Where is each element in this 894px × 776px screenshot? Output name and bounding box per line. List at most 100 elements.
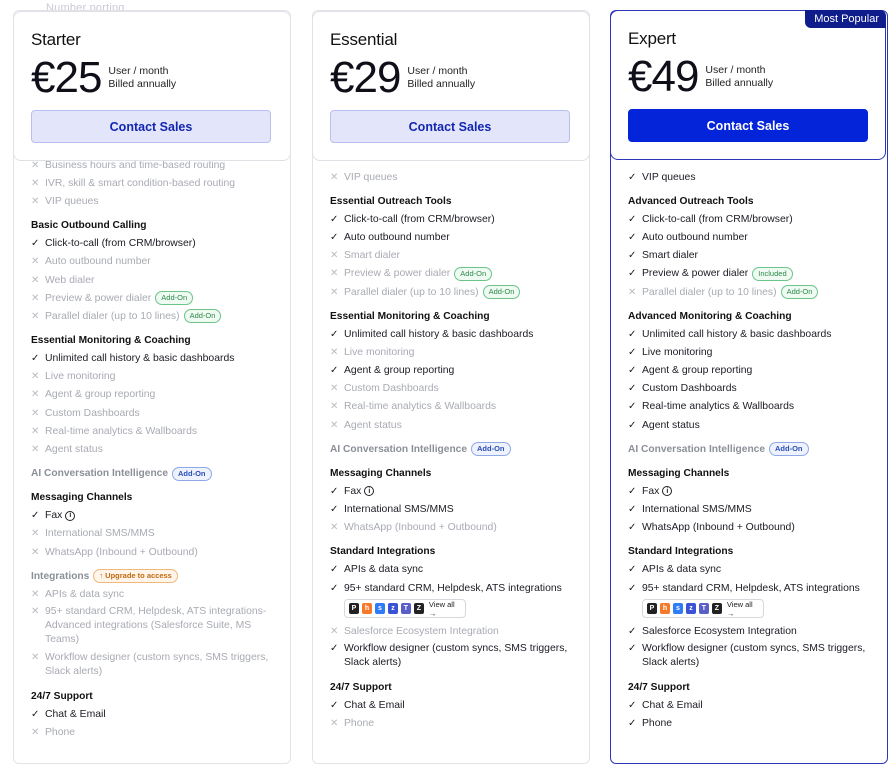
feature-item: ✕ Smart dialer bbox=[330, 247, 580, 265]
check-icon: ✓ bbox=[31, 353, 40, 365]
feature-label: Business hours and time-based routing bbox=[45, 159, 226, 171]
feature-item: ✓ 95+ standard CRM, Helpdesk, ATS integra… bbox=[628, 579, 878, 597]
feature-label: Click-to-call (from CRM/browser) bbox=[642, 213, 793, 225]
price-billing: Billed annually bbox=[108, 78, 177, 90]
feature-label: International SMS/MMS bbox=[45, 528, 155, 540]
feature-list: ✓ VIP queues Advanced Outreach Tools ✓ Click… bbox=[628, 162, 878, 733]
check-icon: ✓ bbox=[628, 504, 637, 516]
feature-badge: ↑ Upgrade to access bbox=[93, 569, 178, 584]
feature-item: ✕ Parallel dialer (up to 10 lines) Add-On bbox=[330, 283, 580, 301]
feature-item: ✓ Chat & Email bbox=[330, 696, 580, 714]
integration-logos[interactable]: Ph s z T Z View all → bbox=[344, 599, 466, 619]
info-icon[interactable]: i bbox=[65, 510, 76, 521]
feature-category: 24/7 Support bbox=[628, 678, 878, 696]
feature-item: ✓ Custom Dashboards bbox=[628, 380, 878, 398]
plan-price: €29 bbox=[330, 53, 401, 102]
feature-label: Essential Monitoring & Coaching bbox=[31, 335, 191, 346]
feature-label: Phone bbox=[45, 727, 76, 739]
check-icon: ✓ bbox=[628, 250, 637, 262]
integration-logos[interactable]: Ph s z T Z View all → bbox=[642, 599, 764, 619]
cross-icon: ✕ bbox=[31, 256, 40, 268]
feature-label: Preview & power dialer bbox=[642, 268, 749, 280]
check-icon: ✓ bbox=[628, 346, 637, 358]
feature-item: ✓ Chat & Email bbox=[31, 705, 281, 723]
check-icon: ✓ bbox=[628, 718, 637, 730]
check-icon: ✓ bbox=[628, 485, 637, 497]
feature-item: ✓ Salesforce Ecosystem Integration bbox=[628, 622, 878, 640]
feature-category: AI Conversation Intelligence Add-On bbox=[628, 440, 878, 458]
feature-label: Phone bbox=[642, 718, 673, 730]
feature-category: Standard Integrations bbox=[628, 543, 878, 561]
info-icon[interactable]: i bbox=[662, 486, 673, 497]
feature-category: Essential Monitoring & Coaching bbox=[31, 332, 281, 350]
plan-column-starter: Starter €25 User / month Billed annually… bbox=[13, 10, 291, 764]
feature-label: VIP queues bbox=[45, 195, 99, 207]
salesforce-icon: s bbox=[374, 603, 385, 615]
view-all-link[interactable]: View all → bbox=[727, 600, 759, 618]
feature-badge: Add-On bbox=[769, 442, 809, 457]
feature-label: Chat & Email bbox=[344, 699, 405, 711]
feature-label: Agent & group reporting bbox=[642, 365, 753, 377]
feature-item: ✓ Phone bbox=[628, 715, 878, 733]
feature-category: AI Conversation Intelligence Add-On bbox=[330, 440, 580, 458]
feature-badge: Add-On bbox=[482, 285, 521, 300]
feature-label: Workflow designer (custom syncs, SMS tri… bbox=[45, 652, 269, 678]
feature-label: Fax bbox=[45, 510, 63, 522]
teams-icon: T bbox=[698, 603, 709, 615]
check-icon: ✓ bbox=[628, 401, 637, 413]
feature-item: ✓ Click-to-call (from CRM/browser) bbox=[628, 210, 878, 228]
feature-item: ✓ Workflow designer (custom syncs, SMS tr… bbox=[628, 640, 878, 672]
check-icon: ✓ bbox=[31, 510, 40, 522]
feature-item: ✓ Workflow designer (custom syncs, SMS tr… bbox=[330, 640, 580, 672]
cross-icon: ✕ bbox=[330, 171, 339, 183]
feature-item: ✕ Phone bbox=[31, 724, 281, 742]
pipedrive-icon: P bbox=[647, 603, 657, 615]
feature-label: Unlimited call history & basic dashboard… bbox=[45, 353, 235, 365]
cross-icon: ✕ bbox=[31, 727, 40, 739]
cross-icon: ✕ bbox=[330, 419, 339, 431]
feature-label: Fax bbox=[344, 485, 362, 497]
check-icon: ✓ bbox=[330, 582, 339, 594]
feature-label: Agent status bbox=[344, 419, 402, 431]
feature-item: ✕ Web dialer bbox=[31, 271, 281, 289]
feature-label: Agent & group reporting bbox=[45, 389, 156, 401]
feature-label: Auto outbound number bbox=[642, 231, 748, 243]
contact-sales-button[interactable]: Contact Sales bbox=[31, 110, 271, 143]
salesforce-icon: s bbox=[672, 603, 683, 615]
cross-icon: ✕ bbox=[31, 159, 40, 171]
check-icon: ✓ bbox=[31, 708, 40, 720]
contact-sales-button[interactable]: Contact Sales bbox=[628, 109, 868, 142]
feature-category: Basic Outbound Calling bbox=[31, 217, 281, 235]
feature-label: APIs & data sync bbox=[344, 564, 424, 576]
feature-label: Chat & Email bbox=[45, 708, 106, 720]
feature-item: ✓ VIP queues bbox=[628, 168, 878, 186]
cross-icon: ✕ bbox=[31, 274, 40, 286]
price-unit: User / month bbox=[407, 65, 468, 77]
feature-label: Live monitoring bbox=[344, 346, 415, 358]
check-icon: ✓ bbox=[330, 485, 339, 497]
cross-icon: ✕ bbox=[330, 718, 339, 730]
info-icon[interactable]: i bbox=[364, 486, 375, 497]
plan-price: €49 bbox=[628, 52, 699, 101]
feature-label: Parallel dialer (up to 10 lines) bbox=[45, 310, 180, 322]
feature-item: ✓ Live monitoring bbox=[628, 343, 878, 361]
most-popular-badge: Most Popular bbox=[805, 10, 886, 28]
view-all-link[interactable]: View all → bbox=[429, 600, 461, 618]
feature-item: ✓ Auto outbound number bbox=[330, 228, 580, 246]
feature-label: 24/7 Support bbox=[31, 690, 93, 702]
contact-sales-button[interactable]: Contact Sales bbox=[330, 110, 570, 143]
check-icon: ✓ bbox=[31, 238, 40, 250]
feature-label: Live monitoring bbox=[642, 346, 713, 358]
feature-label: Auto outbound number bbox=[45, 256, 151, 268]
feature-label: Essential Outreach Tools bbox=[330, 195, 452, 207]
feature-label: AI Conversation Intelligence bbox=[330, 443, 467, 455]
feature-badge: Add-On bbox=[155, 291, 194, 306]
price-billing: Billed annually bbox=[705, 77, 774, 89]
cross-icon: ✕ bbox=[330, 383, 339, 395]
feature-label: WhatsApp (Inbound + Outbound) bbox=[642, 522, 795, 534]
feature-item: ✕ Workflow designer (custom syncs, SMS tr… bbox=[31, 649, 281, 681]
feature-item: ✕ 95+ standard CRM, Helpdesk, ATS integra… bbox=[31, 603, 281, 649]
feature-item: ✕ APIs & data sync bbox=[31, 585, 281, 603]
pipedrive-icon: P bbox=[349, 603, 359, 615]
feature-label: WhatsApp (Inbound + Outbound) bbox=[45, 546, 198, 558]
